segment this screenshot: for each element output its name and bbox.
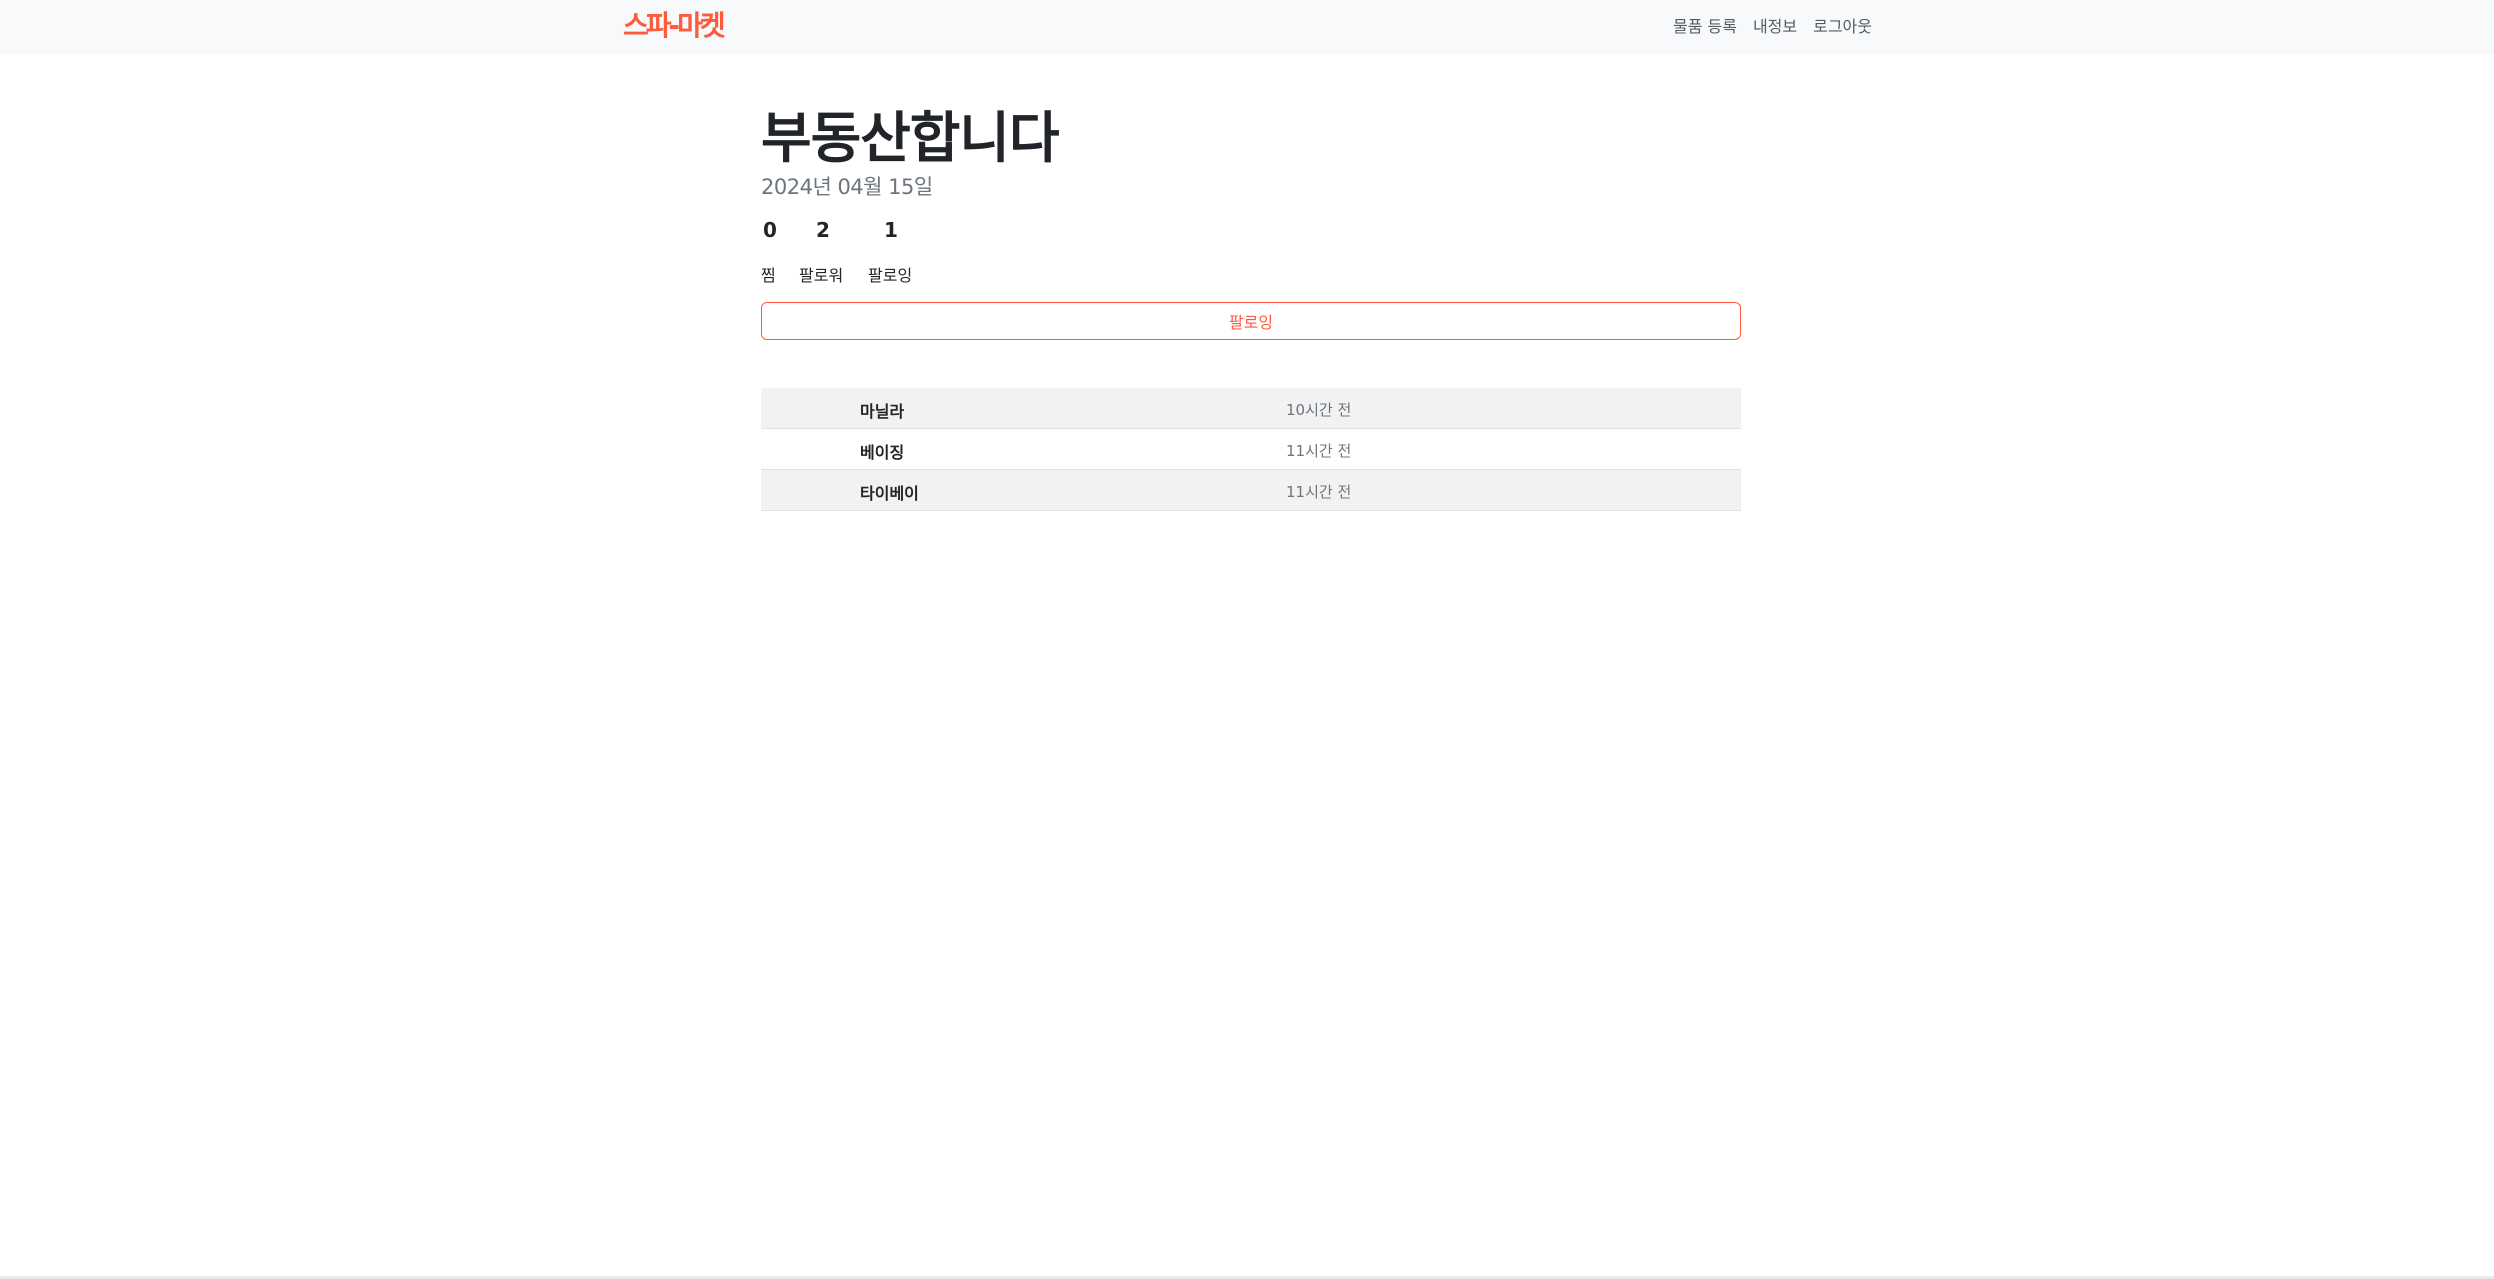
brand-logo[interactable]: 스파-마켓 bbox=[623, 9, 726, 43]
list-item-time: 10시간 전 bbox=[1286, 401, 1352, 419]
joined-date: 2024년 04월 15일 bbox=[761, 175, 933, 199]
profile-name: 부동산합니다 bbox=[761, 106, 1060, 170]
nav-logout[interactable]: 로그아웃 bbox=[1813, 13, 1872, 37]
list-item-time: 11시간 전 bbox=[1286, 483, 1352, 501]
likes-count: 0 bbox=[763, 218, 777, 242]
follow-button[interactable]: 팔로잉 bbox=[761, 302, 1741, 340]
likes-label[interactable]: 찜 bbox=[761, 262, 776, 286]
activity-list: 마닐라 10시간 전 베이징 11시간 전 타이베이 11시간 전 bbox=[761, 388, 1741, 511]
nav-register-item[interactable]: 물품 등록 bbox=[1673, 13, 1737, 37]
list-item-time: 11시간 전 bbox=[1286, 442, 1352, 460]
list-item[interactable]: 베이징 11시간 전 bbox=[761, 429, 1741, 470]
nav-links: 물품 등록 내정보 로그아웃 bbox=[1673, 0, 1872, 50]
followers-count: 2 bbox=[816, 218, 830, 242]
list-item[interactable]: 타이베이 11시간 전 bbox=[761, 470, 1741, 511]
list-item[interactable]: 마닐라 10시간 전 bbox=[761, 388, 1741, 429]
list-item-name: 베이징 bbox=[860, 443, 905, 462]
list-item-name: 타이베이 bbox=[860, 484, 919, 503]
list-item-name: 마닐라 bbox=[860, 402, 905, 421]
following-count: 1 bbox=[884, 218, 898, 242]
followers-label[interactable]: 팔로워 bbox=[799, 262, 843, 286]
nav-my-info[interactable]: 내정보 bbox=[1753, 13, 1797, 37]
following-label[interactable]: 팔로잉 bbox=[868, 262, 912, 286]
navbar: 스파-마켓 물품 등록 내정보 로그아웃 bbox=[0, 0, 2494, 54]
